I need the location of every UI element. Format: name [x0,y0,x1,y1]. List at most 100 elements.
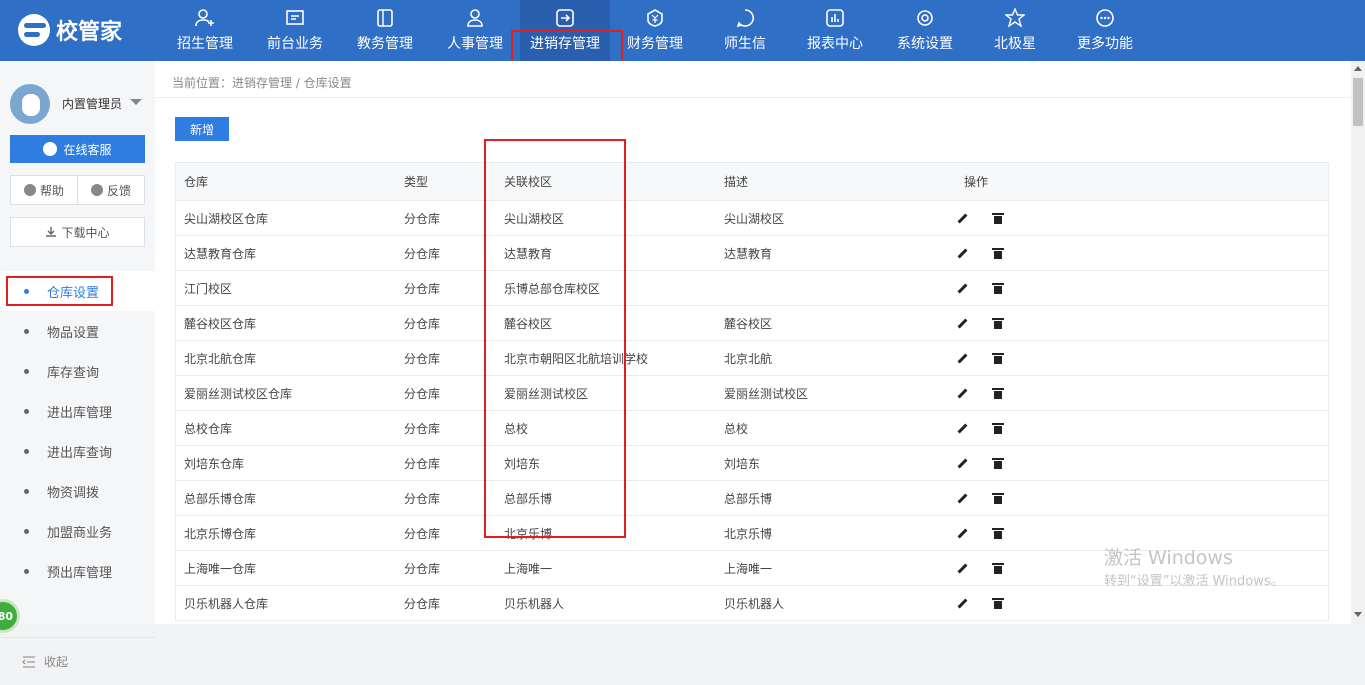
scroll-up-icon[interactable] [1354,66,1362,71]
actions-cell [916,352,1116,364]
avatar[interactable] [10,84,50,124]
delete-icon[interactable] [992,212,1004,224]
table-cell: 上海唯一仓库 [184,561,257,576]
table-cell: 分仓库 [404,491,441,506]
feedback-button[interactable]: 反馈 [78,176,144,204]
more-icon [1095,8,1115,28]
user-name[interactable]: 内置管理员 [62,95,122,112]
question-icon [23,184,36,196]
help-button[interactable]: 帮助 [11,176,78,204]
table-cell: 分仓库 [404,281,441,296]
sidebar-item-pre-outbound[interactable]: 预出库管理 [0,551,155,591]
chevron-down-icon[interactable] [130,99,142,105]
nav-reports[interactable]: 报表中心 [804,0,866,61]
delete-icon[interactable] [992,422,1004,434]
divider [155,97,1351,98]
actions-cell [916,282,1116,294]
edit-icon[interactable] [956,597,968,609]
sidebar-item-label: 预出库管理 [47,565,113,581]
top-navigation-bar: 校管家 招生管理 前台业务 教务管理 人事管理 进销存管理 财务管理 师生信 报… [0,0,1365,61]
edit-icon[interactable] [956,527,968,539]
online-service-button[interactable]: 在线客服 [10,135,145,163]
edit-icon[interactable] [956,247,968,259]
bullet-icon [24,448,29,454]
sidebar-item-in-out-query[interactable]: 进出库查询 [0,431,155,471]
edit-icon[interactable] [956,352,968,364]
table-cell: 北京北航 [724,351,773,366]
nav-inventory[interactable]: 进销存管理 [520,0,610,61]
delete-icon[interactable] [992,562,1004,574]
edit-icon[interactable] [956,562,968,574]
arrow-box-icon [555,8,575,28]
download-center-button[interactable]: 下载中心 [10,217,145,247]
sidebar-item-label: 进出库管理 [47,405,113,421]
sidebar-item-goods-settings[interactable]: 物品设置 [0,311,155,351]
message-icon [735,8,755,28]
bullet-icon [24,408,29,414]
table-row: 江门校区 分仓库 乐博总部仓库校区 [176,271,1328,306]
table-cell: 总部乐博仓库 [184,491,257,506]
score-badge[interactable]: 80 [0,599,20,633]
edit-icon[interactable] [956,422,968,434]
help-feedback-group: 帮助 反馈 [10,175,145,205]
table-cell: 分仓库 [404,456,441,471]
edit-icon[interactable] [956,317,968,329]
nav-polaris[interactable]: 北极星 [984,0,1046,61]
delete-icon[interactable] [992,352,1004,364]
delete-icon[interactable] [992,457,1004,469]
table-cell: 贝乐机器人 [724,596,785,611]
table-row: 总校仓库 分仓库 总校 总校 [176,411,1328,446]
scrollbar-thumb[interactable] [1353,78,1363,126]
table-cell: 贝乐机器人仓库 [184,596,269,611]
table-cell: 达慧教育 [504,246,553,261]
table-cell: 分仓库 [404,421,441,436]
delete-icon[interactable] [992,247,1004,259]
sidebar-item-franchise[interactable]: 加盟商业务 [0,511,155,551]
edit-icon[interactable] [956,457,968,469]
nav-front-desk[interactable]: 前台业务 [264,0,326,61]
nav-settings[interactable]: 系统设置 [894,0,956,61]
app-logo[interactable]: 校管家 [18,14,122,46]
nav-more[interactable]: 更多功能 [1074,0,1136,61]
edit-icon[interactable] [956,282,968,294]
sidebar-item-transfer[interactable]: 物资调拨 [0,471,155,511]
table-row: 尖山湖校区仓库 分仓库 尖山湖校区 尖山湖校区 [176,201,1328,236]
column-header: 仓库 [184,175,209,189]
delete-icon[interactable] [992,527,1004,539]
delete-icon[interactable] [992,317,1004,329]
table-row: 北京北航仓库 分仓库 北京市朝阳区北航培训学校 北京北航 [176,341,1328,376]
table-row: 贝乐机器人仓库 分仓库 贝乐机器人 贝乐机器人 [176,586,1328,621]
add-button[interactable]: 新增 [175,117,229,141]
nav-finance[interactable]: 财务管理 [624,0,686,61]
table-cell: 分仓库 [404,596,441,611]
edit-icon[interactable] [956,492,968,504]
sidebar-item-in-out-management[interactable]: 进出库管理 [0,391,155,431]
sidebar-item-warehouse-settings[interactable]: 仓库设置 [0,271,155,311]
gear-icon [915,8,935,28]
table-row: 刘培东仓库 分仓库 刘培东 刘培东 [176,446,1328,481]
nav-messages[interactable]: 师生信 [714,0,776,61]
scroll-down-icon[interactable] [1354,612,1362,617]
edit-icon[interactable] [956,212,968,224]
table-cell: 麓谷校区 [504,316,553,331]
table-cell: 总校 [724,421,749,436]
sidebar-item-label: 仓库设置 [47,285,100,301]
delete-icon[interactable] [992,597,1004,609]
delete-icon[interactable] [992,492,1004,504]
collapse-button[interactable]: 收起 [0,637,155,685]
column-header: 描述 [724,175,749,189]
edit-icon[interactable] [956,387,968,399]
actions-cell [916,492,1116,504]
sidebar-item-stock-query[interactable]: 库存查询 [0,351,155,391]
actions-cell [916,247,1116,259]
column-header: 操作 [964,175,989,189]
table-cell: 总部乐博 [724,491,773,506]
delete-icon[interactable] [992,282,1004,294]
nav-enrollment[interactable]: 招生管理 [174,0,236,61]
nav-hr[interactable]: 人事管理 [444,0,506,61]
scrollbar[interactable] [1351,61,1365,624]
nav-academic[interactable]: 教务管理 [354,0,416,61]
logo-icon [18,14,50,46]
table-cell: 爱丽丝测试校区 [724,386,809,401]
delete-icon[interactable] [992,387,1004,399]
